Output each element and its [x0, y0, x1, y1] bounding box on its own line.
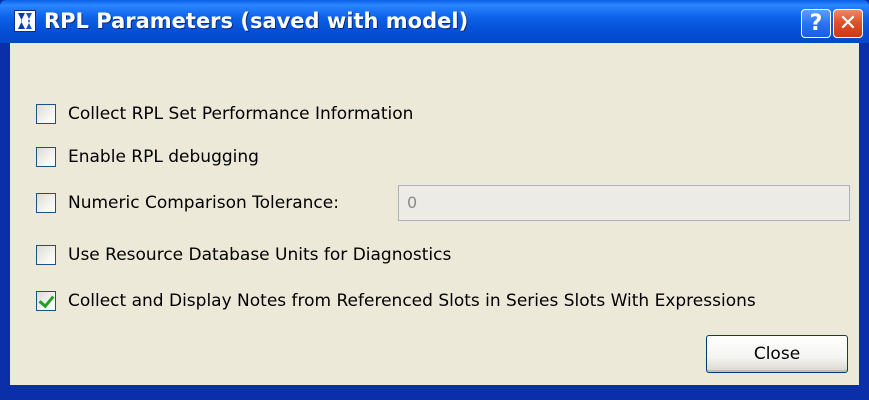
window-close-button[interactable]: ✕ [833, 9, 863, 38]
checkbox-units[interactable] [36, 245, 56, 265]
close-button[interactable]: Close [706, 335, 848, 373]
help-icon: ? [809, 11, 823, 36]
label-tolerance: Numeric Comparison Tolerance: [68, 193, 339, 213]
title-bar[interactable]: RPL Parameters (saved with model) ? ✕ [0, 0, 869, 43]
checkbox-notes[interactable] [36, 291, 56, 311]
option-row-notes[interactable]: Collect and Display Notes from Reference… [36, 288, 756, 314]
help-button[interactable]: ? [801, 9, 831, 38]
label-units: Use Resource Database Units for Diagnost… [68, 245, 452, 265]
option-row-tolerance[interactable]: Numeric Comparison Tolerance: [36, 190, 339, 216]
option-row-debugging[interactable]: Enable RPL debugging [36, 144, 259, 170]
checkbox-tolerance[interactable] [36, 193, 56, 213]
checkbox-performance[interactable] [36, 104, 56, 124]
close-icon: ✕ [838, 11, 858, 36]
label-notes: Collect and Display Notes from Reference… [68, 291, 756, 311]
checkbox-debugging[interactable] [36, 147, 56, 167]
option-row-performance[interactable]: Collect RPL Set Performance Information [36, 101, 413, 127]
dialog-body: Collect RPL Set Performance Information … [10, 43, 859, 385]
window-title: RPL Parameters (saved with model) [44, 9, 469, 33]
riverware-r-icon [14, 10, 36, 32]
option-row-units[interactable]: Use Resource Database Units for Diagnost… [36, 242, 451, 268]
label-debugging: Enable RPL debugging [68, 147, 259, 167]
label-performance: Collect RPL Set Performance Information [68, 104, 414, 124]
dialog-window: RPL Parameters (saved with model) ? ✕ Co… [0, 0, 869, 400]
tolerance-input[interactable]: 0 [398, 185, 850, 221]
